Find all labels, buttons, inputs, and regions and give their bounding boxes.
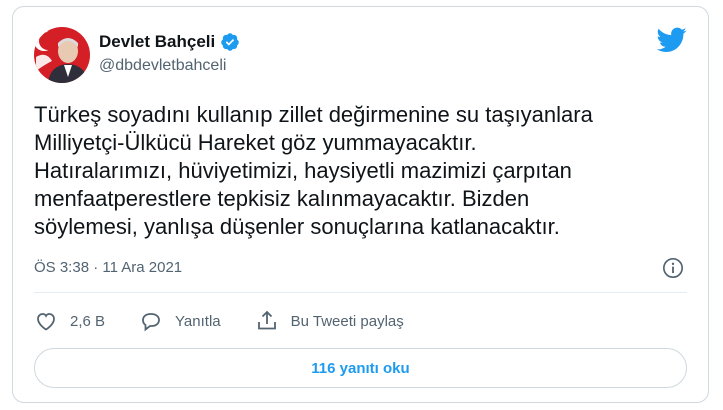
share-label: Bu Tweeti paylaş (290, 312, 404, 330)
like-button[interactable]: 2,6 B (34, 309, 105, 333)
heart-icon (37, 313, 55, 331)
author-name[interactable]: Devlet Bahçeli (99, 32, 215, 52)
tweet-card: Devlet Bahçeli @dbdevletbahceli Türkeş s… (12, 6, 709, 403)
avatar-image (34, 27, 90, 83)
action-bar: 2,6 B Yanıtla Bu Tweeti paylaş (34, 308, 438, 334)
reply-label: Yanıtla (175, 312, 221, 330)
divider (34, 292, 687, 293)
speech-bubble-icon (142, 313, 160, 332)
name-row: Devlet Bahçeli (99, 31, 240, 53)
author-handle[interactable]: @dbdevletbahceli (99, 57, 240, 75)
avatar[interactable] (34, 27, 90, 83)
reply-button[interactable]: Yanıtla (139, 309, 221, 333)
like-count: 2,6 B (70, 312, 106, 330)
share-arrow-icon (257, 310, 276, 330)
share-button[interactable]: Bu Tweeti paylaş (255, 309, 404, 333)
tweet-text: Türkeş soyadını kullanıp zillet değirmen… (34, 102, 593, 239)
info-icon[interactable] (662, 257, 684, 279)
author-block: Devlet Bahçeli @dbdevletbahceli (99, 31, 240, 75)
read-replies-button[interactable]: 116 yanıtı oku (34, 348, 687, 388)
verified-badge-icon (220, 32, 240, 52)
twitter-bird-icon[interactable] (656, 27, 687, 53)
tweet-timestamp[interactable]: ÖS 3:38 · 11 Ara 2021 (34, 259, 182, 276)
